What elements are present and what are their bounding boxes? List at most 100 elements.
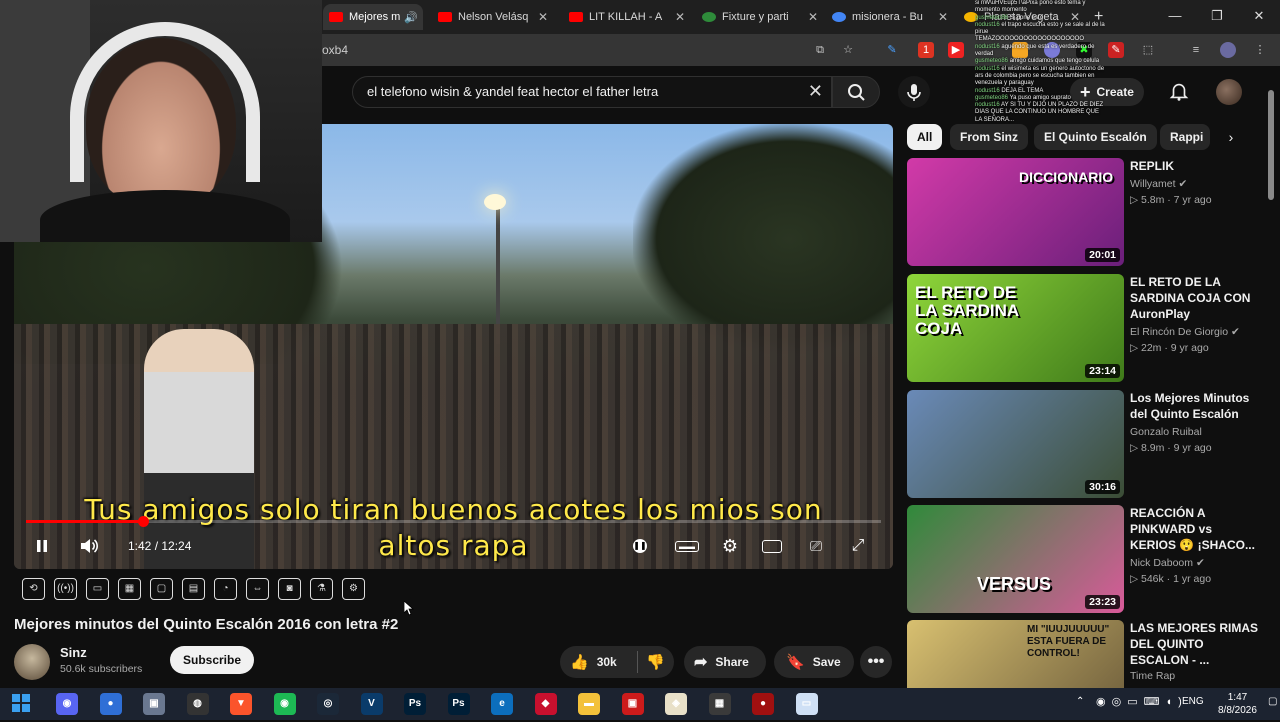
recommendation-channel[interactable]: Gonzalo Ruibal — [1130, 426, 1202, 438]
screenshot-icon[interactable]: ◙ — [278, 578, 301, 600]
clear-search-icon[interactable]: ✕ — [808, 81, 823, 102]
recommendation-item[interactable]: 30:16 Los Mejores Minutos del Quinto Esc… — [907, 390, 1263, 500]
chip-all[interactable]: All — [907, 124, 943, 150]
maximize-icon[interactable]: ❐ — [1196, 0, 1238, 32]
settings-button[interactable]: ⚙ — [718, 534, 742, 558]
windows-start-icon[interactable] — [10, 693, 32, 715]
autoplay-toggle[interactable]: ❚❚ — [628, 534, 652, 558]
dislike-button[interactable]: 👎 — [638, 653, 665, 671]
obs-icon[interactable]: ◍ — [186, 693, 209, 715]
volume-button[interactable] — [76, 534, 102, 558]
video-thumbnail[interactable]: EL RETO DE LA SARDINA COJA 23:14 — [907, 274, 1124, 382]
cinema-mode-icon[interactable]: ▦ — [118, 578, 141, 600]
install-app-icon[interactable]: ⧉ — [812, 42, 828, 58]
recommendation-channel[interactable]: Willyamet ✔ — [1130, 178, 1187, 190]
tab-mejores-minutos[interactable]: Mejores m 🔊 ✕ — [323, 4, 423, 30]
chips-next-chevron-icon[interactable]: › — [1216, 124, 1246, 150]
minimize-icon[interactable]: — — [1154, 0, 1196, 32]
enhancer-settings-icon[interactable]: ⚙ — [342, 578, 365, 600]
chip-rappi[interactable]: Rappi — [1160, 124, 1210, 150]
aspect-ratio-icon[interactable]: ▢ — [150, 578, 173, 600]
channel-name[interactable]: Sinz — [60, 645, 87, 660]
notifications-icon[interactable]: ▢ — [1268, 696, 1277, 707]
extension-badge-icon[interactable]: 1 — [918, 42, 934, 58]
steam-icon[interactable]: ◎ — [317, 693, 339, 715]
close-tab-icon[interactable]: ✕ — [930, 10, 948, 24]
close-tab-icon[interactable]: ✕ — [418, 10, 423, 24]
recommendation-channel[interactable]: Time Rap — [1130, 670, 1175, 682]
zoom-icon[interactable]: ⇔ — [246, 578, 269, 600]
discord-icon[interactable]: ◉ — [56, 693, 78, 715]
fullscreen-button[interactable]: ⤢ — [846, 534, 870, 558]
app-icon[interactable]: ▣ — [143, 693, 165, 715]
recommendation-title[interactable]: Los Mejores Minutos del Quinto Escalón — [1130, 390, 1260, 422]
more-actions-button[interactable]: ••• — [860, 646, 892, 678]
red-box-icon[interactable]: ▣ — [621, 693, 644, 715]
video-thumbnail[interactable]: 30:16 — [907, 390, 1124, 498]
audio-mode-icon[interactable]: ((•)) — [54, 578, 77, 600]
extension-icon[interactable]: ▶ — [948, 42, 964, 58]
search-box[interactable]: el telefono wisin & yandel feat hector e… — [352, 76, 832, 108]
progress-bar[interactable] — [26, 516, 881, 527]
speed-icon[interactable]: ◔ — [214, 578, 237, 600]
cast-button[interactable]: ⎚ — [804, 534, 828, 558]
recommendation-title[interactable]: REACCIÓN A PINKWARD vs KERIOS 😲 ¡SHACO..… — [1130, 505, 1260, 553]
scrollbar-thumb[interactable] — [1268, 90, 1274, 200]
red-circle-icon[interactable]: ● — [752, 693, 774, 715]
photoshop-icon-2[interactable]: Ps — [447, 693, 470, 715]
edge-icon[interactable]: e — [491, 693, 513, 715]
recommendation-title[interactable]: EL RETO DE LA SARDINA COJA CON AuronPlay — [1130, 274, 1260, 322]
red-app-icon[interactable]: ◆ — [534, 693, 557, 715]
extension-icon[interactable]: ✎ — [884, 42, 900, 58]
close-tab-icon[interactable]: ✕ — [800, 10, 818, 24]
cube-icon[interactable]: ◈ — [665, 693, 687, 715]
menu-icon[interactable]: ⋮ — [1252, 42, 1268, 58]
voice-search-button[interactable] — [898, 76, 930, 108]
subscribe-button[interactable]: Subscribe — [170, 646, 254, 674]
subtitles-tool-icon[interactable]: ▤ — [182, 578, 205, 600]
window-icon[interactable]: ▭ — [795, 693, 818, 715]
close-window-icon[interactable]: ✕ — [1238, 0, 1280, 32]
account-avatar[interactable] — [1216, 79, 1242, 105]
address-bar[interactable]: oxb4 — [322, 38, 862, 62]
page-scrollbar[interactable] — [1268, 84, 1276, 684]
video-thumbnail[interactable]: VERSUS 23:23 — [907, 505, 1124, 613]
loop-icon[interactable]: ⟲ — [22, 578, 45, 600]
profile-icon[interactable] — [1220, 42, 1236, 58]
tray-expand-icon[interactable]: ⌃ — [1076, 696, 1084, 707]
theater-mode-button[interactable] — [760, 534, 784, 558]
close-tab-icon[interactable]: ✕ — [667, 10, 685, 24]
chip-quinto-escalon[interactable]: El Quinto Escalón — [1034, 124, 1157, 150]
save-button[interactable]: 🔖 Save — [774, 646, 854, 678]
spotify-icon[interactable]: ◉ — [273, 693, 296, 715]
bookmark-star-icon[interactable]: ☆ — [840, 42, 856, 58]
system-clock[interactable]: 1:47 8/8/2026 — [1218, 691, 1257, 717]
close-tab-icon[interactable]: ✕ — [530, 10, 548, 24]
system-tray-icons[interactable]: ◉◎▭⌨◖) — [1096, 695, 1188, 708]
pause-button[interactable] — [32, 534, 52, 558]
channel-avatar[interactable] — [14, 644, 50, 680]
recommendation-item[interactable]: MI "IUUJUUUUU" ESTA FUERA DE CONTROL! LA… — [907, 620, 1263, 688]
extension-icon[interactable]: ✎ — [1108, 42, 1124, 58]
flask-icon[interactable]: ⚗ — [310, 578, 333, 600]
recommendation-title[interactable]: REPLIK — [1130, 158, 1260, 174]
like-button[interactable]: 👍 30k — [560, 651, 638, 673]
vegas-icon[interactable]: V — [360, 693, 383, 715]
subtitles-button[interactable]: ▬▬ — [674, 534, 700, 558]
file-explorer-icon[interactable]: ▬ — [578, 693, 600, 715]
media-controls-icon[interactable]: ≡ — [1188, 42, 1204, 58]
tab-nelson-velasquez[interactable]: Nelson Velásq ✕ — [432, 4, 554, 30]
video-thumbnail[interactable]: DICCIONARIO 20:01 — [907, 158, 1124, 266]
tab-misionera[interactable]: misionera - Bu ✕ — [826, 4, 954, 30]
share-button[interactable]: ➦ Share — [684, 646, 766, 678]
extensions-puzzle-icon[interactable]: ⬚ — [1140, 42, 1156, 58]
chrome-icon[interactable]: ● — [99, 693, 122, 715]
recommendation-item[interactable]: EL RETO DE LA SARDINA COJA 23:14 EL RETO… — [907, 274, 1263, 384]
photoshop-icon[interactable]: Ps — [404, 693, 426, 715]
tab-lit-killah[interactable]: LIT KILLAH - A ✕ — [563, 4, 691, 30]
input-language[interactable]: ENG — [1182, 696, 1204, 707]
recommendation-channel[interactable]: El Rincón De Giorgio ✔ — [1130, 326, 1240, 338]
search-input[interactable]: el telefono wisin & yandel feat hector e… — [367, 84, 658, 99]
video-thumbnail[interactable]: MI "IUUJUUUUU" ESTA FUERA DE CONTROL! — [907, 620, 1124, 688]
search-button[interactable] — [832, 76, 880, 108]
